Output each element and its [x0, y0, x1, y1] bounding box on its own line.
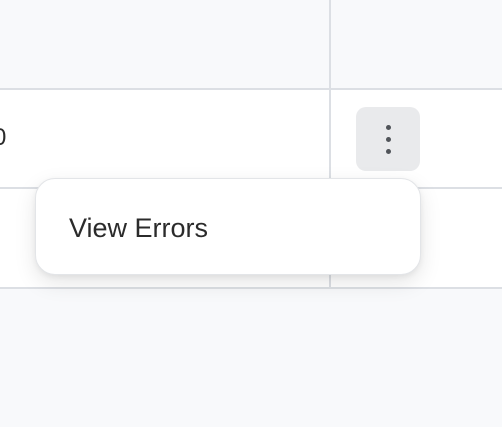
table-row-header	[0, 0, 502, 90]
menu-item-view-errors[interactable]: View Errors	[36, 179, 420, 274]
row-actions-menu: View Errors	[35, 178, 421, 275]
table-row	[0, 90, 502, 189]
more-vertical-icon	[386, 125, 391, 130]
table-cell-value: 0	[0, 124, 6, 152]
more-vertical-icon-dot	[386, 137, 391, 142]
menu-item-label: View Errors	[69, 213, 209, 243]
row-actions-button[interactable]	[356, 107, 420, 171]
more-vertical-icon-dot	[386, 149, 391, 154]
